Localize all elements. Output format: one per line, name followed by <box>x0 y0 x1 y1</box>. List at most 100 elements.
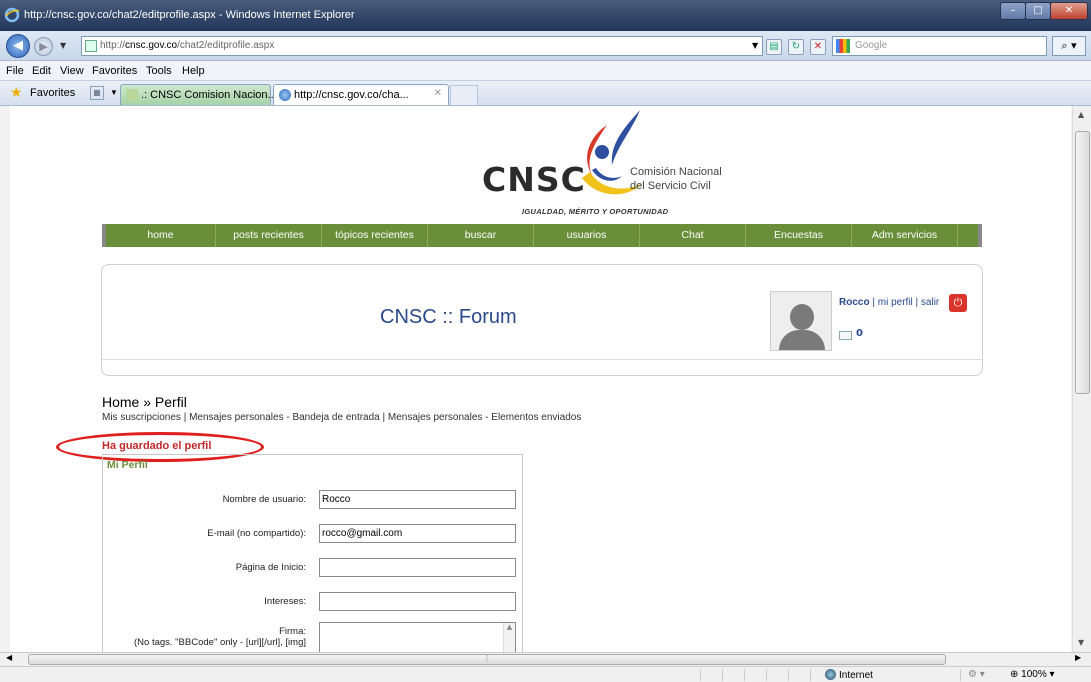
menu-favorites[interactable]: Favorites <box>92 65 137 77</box>
divider <box>102 359 982 360</box>
page-viewport: CNSC Comisión Nacional del Servicio Civi… <box>0 106 1091 652</box>
vertical-scrollbar[interactable]: ▲ ▼ <box>1072 106 1091 652</box>
profile-link[interactable]: mi perfil <box>878 297 913 308</box>
nav-usuarios[interactable]: usuarios <box>534 224 640 247</box>
nav-encuestas[interactable]: Encuestas <box>746 224 852 247</box>
signature-label: Firma: (No tags. "BBCode" only - [url][/… <box>134 626 306 648</box>
search-input[interactable]: Google <box>832 36 1047 56</box>
favorites-bar: ★ Favorites ▦ ▼ .: CNSC Comision Nacion.… <box>0 81 1091 106</box>
logout-link[interactable]: salir <box>921 297 939 308</box>
tab-label: http://cnsc.gov.co/cha... <box>294 89 409 101</box>
panel-title: Mi Perfil <box>107 459 148 471</box>
tab-list-dropdown-icon[interactable]: ▼ <box>110 88 118 97</box>
saved-profile-message: Ha guardado el perfil <box>102 440 212 452</box>
scroll-left-icon[interactable]: ◀ <box>6 653 12 662</box>
signature-note: (No tags. "BBCode" only - [url][/url], [… <box>134 637 306 648</box>
tab-favicon <box>126 89 138 101</box>
textarea-scrollbar[interactable]: ▲ <box>503 623 515 652</box>
compatibility-view-icon[interactable]: ▤ <box>766 39 782 55</box>
horizontal-scrollbar[interactable]: ◀ ⋮ ▶ <box>0 652 1091 666</box>
url-domain: cnsc.gov.co <box>125 40 178 51</box>
logo-motto: IGUALDAD, MÉRITO Y OPORTUNIDAD <box>522 207 669 216</box>
message-count[interactable]: 0 <box>856 328 863 339</box>
envelope-icon[interactable] <box>839 331 852 340</box>
status-bar: Internet ⚙ ▾ ⊕ 100% ▾ <box>0 666 1091 682</box>
scroll-right-icon[interactable]: ▶ <box>1075 653 1081 662</box>
scroll-thumb[interactable] <box>1075 131 1090 394</box>
menu-tools[interactable]: Tools <box>146 65 172 77</box>
tab-cnsc-home[interactable]: .: CNSC Comision Nacion... <box>120 84 277 105</box>
forum-header-box: CNSC :: Forum Rocco | mi perfil | salir … <box>101 264 983 376</box>
menu-view[interactable]: View <box>60 65 84 77</box>
recent-pages-dropdown-icon[interactable]: ▼ <box>60 41 66 50</box>
window-title: http://cnsc.gov.co/chat2/editprofile.asp… <box>24 9 355 21</box>
zoom-value: 100% <box>1021 669 1047 680</box>
page-content: CNSC Comisión Nacional del Servicio Civi… <box>10 106 1071 652</box>
user-links: Rocco | mi perfil | salir <box>839 297 939 308</box>
power-icon[interactable]: ⏻ <box>949 294 967 312</box>
profile-sublinks[interactable]: Mis suscripciones | Mensajes personales … <box>102 412 581 423</box>
protected-mode-icon[interactable]: ⚙ ▾ <box>968 669 985 680</box>
signature-textarea[interactable]: ▲ <box>319 622 516 652</box>
address-input[interactable]: http://cnsc.gov.co/chat2/editprofile.asp… <box>81 36 763 56</box>
nav-chat[interactable]: Chat <box>640 224 746 247</box>
stop-icon[interactable]: ✕ <box>810 39 826 55</box>
interests-label: Intereses: <box>264 596 306 607</box>
nav-adm-servicios[interactable]: Adm servicios <box>852 224 958 247</box>
address-dropdown-icon[interactable]: ▼ <box>752 41 758 50</box>
menu-edit[interactable]: Edit <box>32 65 51 77</box>
tab-label: .: CNSC Comision Nacion... <box>141 89 277 101</box>
avatar <box>770 291 832 351</box>
nav-posts-recientes[interactable]: posts recientes <box>216 224 322 247</box>
breadcrumb[interactable]: Home » Perfil <box>102 394 187 410</box>
favorites-star-icon[interactable]: ★ <box>10 84 23 101</box>
url-prefix: http:// <box>100 40 126 51</box>
close-tab-icon[interactable]: ✕ <box>434 88 442 99</box>
zoom-level[interactable]: ⊕ 100% ▾ <box>1010 669 1055 680</box>
interests-field[interactable] <box>319 592 516 611</box>
quick-tabs-icon[interactable]: ▦ <box>90 86 104 100</box>
scroll-up-icon[interactable]: ▲ <box>1078 110 1084 119</box>
refresh-icon[interactable]: ↻ <box>788 39 804 55</box>
nav-home[interactable]: home <box>106 224 216 247</box>
logo-org-line1: Comisión Nacional <box>630 166 722 178</box>
homepage-label: Página de Inicio: <box>235 562 306 573</box>
cnsc-logo: CNSC Comisión Nacional del Servicio Civi… <box>472 110 732 218</box>
new-tab-button[interactable] <box>450 85 478 105</box>
ie-page-icon <box>279 89 291 101</box>
maximize-button[interactable]: □ <box>1025 2 1051 20</box>
tab-editprofile[interactable]: http://cnsc.gov.co/cha... ✕ <box>273 84 449 105</box>
zone-label: Internet <box>839 670 873 681</box>
nav-topicos-recientes[interactable]: tópicos recientes <box>322 224 428 247</box>
favorites-button[interactable]: Favorites <box>30 87 75 99</box>
menu-bar: File Edit View Favorites Tools Help <box>0 61 1091 81</box>
menu-help[interactable]: Help <box>182 65 205 77</box>
username-link[interactable]: Rocco <box>839 297 870 308</box>
signature-title: Firma: <box>279 626 306 637</box>
globe-icon <box>825 669 836 680</box>
scroll-thumb[interactable]: ⋮ <box>28 654 946 665</box>
username-label: Nombre de usuario: <box>222 494 306 505</box>
security-zone[interactable]: Internet <box>825 669 873 681</box>
ie-logo-icon <box>4 7 20 23</box>
google-icon <box>836 39 850 53</box>
url-path: /chat2/editprofile.aspx <box>177 40 275 51</box>
profile-panel: Mi Perfil Nombre de usuario: Rocco E-mai… <box>102 454 523 652</box>
back-button[interactable]: ◀ <box>6 34 30 58</box>
menu-file[interactable]: File <box>6 65 24 77</box>
email-label: E-mail (no compartido): <box>207 528 306 539</box>
address-toolbar: ◀ ▶ ▼ http://cnsc.gov.co/chat2/editprofi… <box>0 31 1091 61</box>
search-placeholder: Google <box>855 40 888 51</box>
page-icon <box>85 40 97 52</box>
email-field[interactable]: rocco@gmail.com <box>319 524 516 543</box>
minimize-button[interactable]: – <box>1000 2 1026 20</box>
close-window-button[interactable]: ✕ <box>1050 2 1088 20</box>
homepage-field[interactable] <box>319 558 516 577</box>
username-field[interactable]: Rocco <box>319 490 516 509</box>
search-button[interactable]: ⌕ ▾ <box>1052 36 1086 56</box>
window-titlebar: http://cnsc.gov.co/chat2/editprofile.asp… <box>0 0 1091 31</box>
forward-button[interactable]: ▶ <box>34 37 53 56</box>
scroll-down-icon[interactable]: ▼ <box>1078 638 1084 647</box>
nav-buscar[interactable]: buscar <box>428 224 534 247</box>
logo-org-line2: del Servicio Civil <box>630 180 711 192</box>
